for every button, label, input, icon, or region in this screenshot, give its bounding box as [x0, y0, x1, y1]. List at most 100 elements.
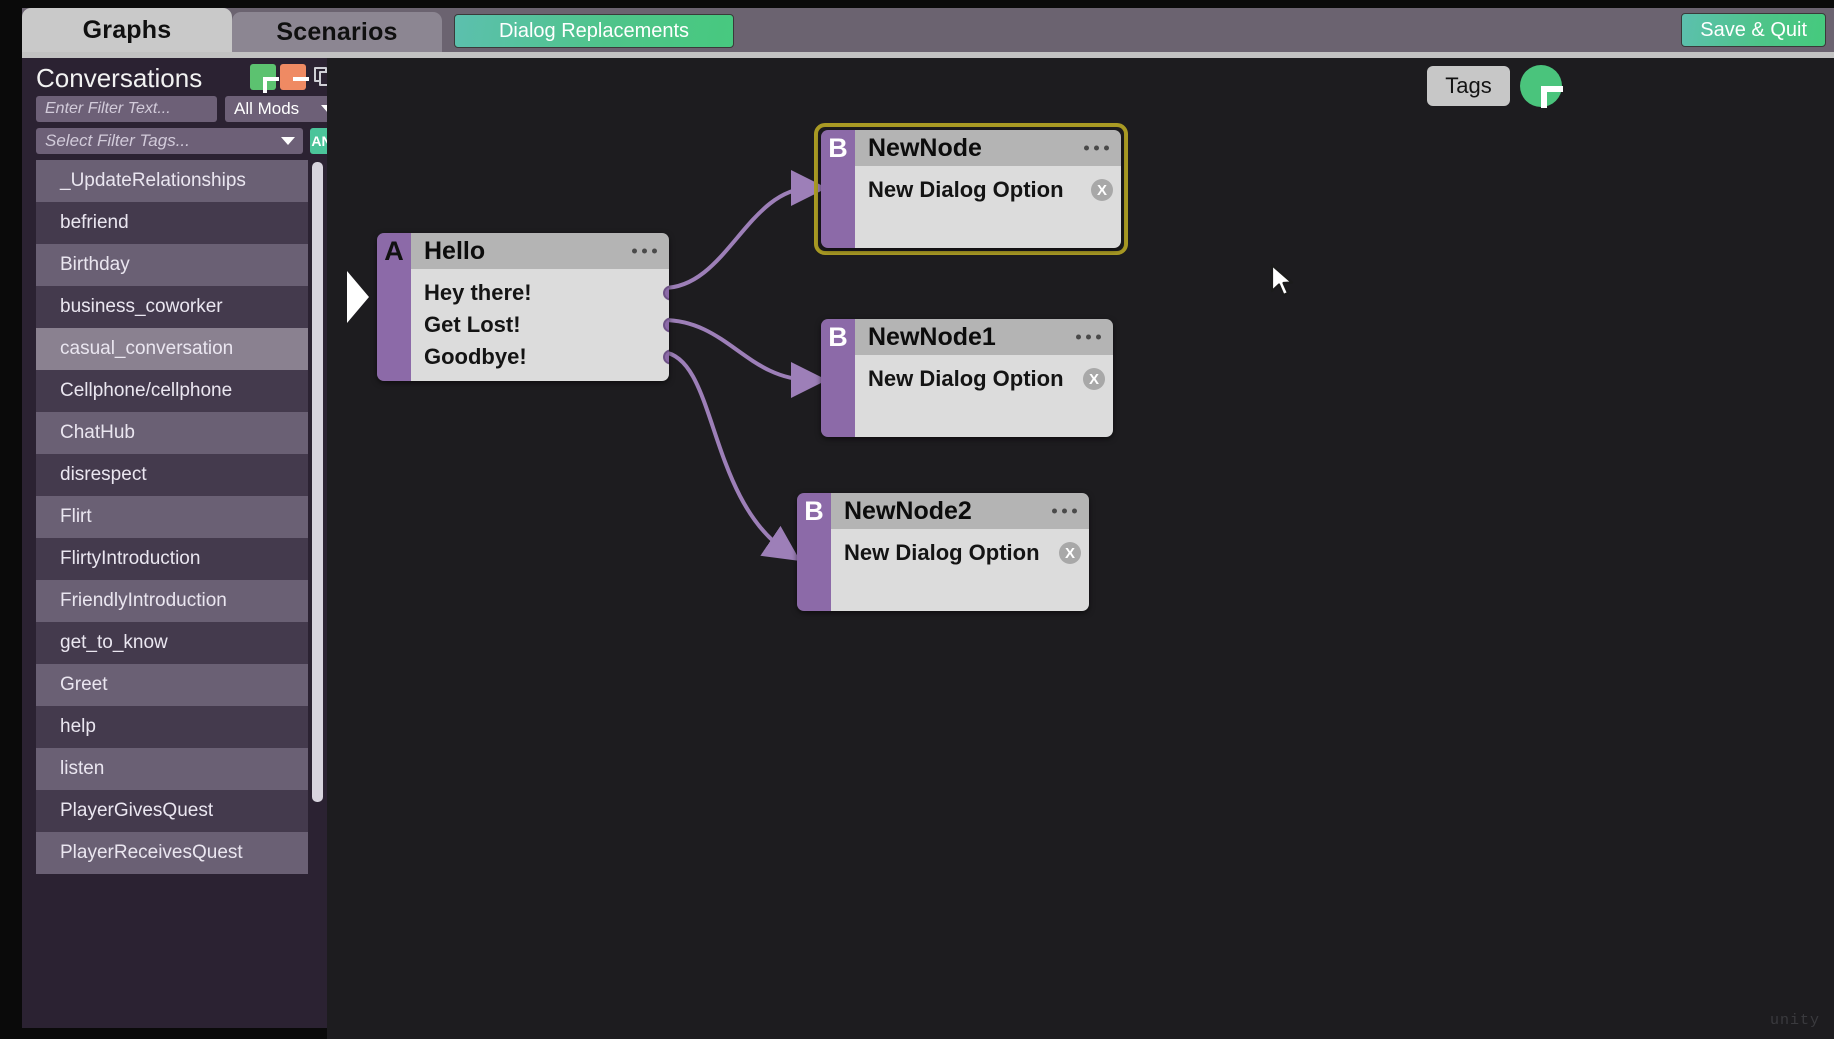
node-menu-icon[interactable] [1052, 508, 1077, 514]
dialog-option-row[interactable]: New Dialog Option X [855, 174, 1121, 206]
conversation-list-item-label: Birthday [60, 254, 130, 275]
conversation-list-item[interactable]: Greet [36, 664, 308, 706]
dialog-option-close-icon[interactable]: X [1083, 368, 1105, 390]
conversation-list-item[interactable]: PlayerGivesQuest [36, 790, 308, 832]
conversation-list-item-label: Greet [60, 674, 108, 695]
conversation-list-item-label: Cellphone/cellphone [60, 380, 233, 401]
conversation-list-item[interactable]: casual_conversation [36, 328, 308, 370]
node-speaker-badge: B [828, 321, 848, 352]
conversation-list-item[interactable]: FlirtyIntroduction [36, 538, 308, 580]
dialog-option-text: New Dialog Option [844, 540, 1040, 565]
watermark: unity [1769, 1012, 1820, 1029]
conversation-list-item-label: Flirt [60, 506, 92, 527]
node-inner: B NewNode1 New Dialog Option X [821, 319, 1113, 437]
dialog-option-output-port[interactable] [663, 285, 669, 301]
dialog-option-row[interactable]: New Dialog Option X [831, 537, 1089, 569]
conversation-list-item[interactable]: befriend [36, 202, 308, 244]
conversation-list-item[interactable]: Birthday [36, 244, 308, 286]
app-window: Graphs Scenarios Dialog Replacements Sav… [0, 0, 1834, 1039]
save-and-quit-label: Save & Quit [1700, 18, 1807, 41]
conversation-list-scrollbar-thumb[interactable] [312, 162, 323, 802]
filter-tags-dropdown[interactable]: Select Filter Tags... [36, 128, 303, 154]
dialog-option-output-port[interactable] [663, 317, 669, 333]
dialog-option-close-icon[interactable]: X [1091, 179, 1113, 201]
dialog-option-text: Goodbye! [424, 344, 527, 369]
node-inner: B NewNode New Dialog Option X [821, 130, 1121, 248]
sidebar-collapse-handle[interactable] [347, 271, 369, 323]
save-and-quit-button[interactable]: Save & Quit [1681, 13, 1826, 47]
conversation-list-item[interactable]: _UpdateRelationships [36, 160, 308, 202]
conversation-list-item[interactable]: listen [36, 748, 308, 790]
node-title: NewNode1 [868, 322, 996, 351]
node-header[interactable]: NewNode [855, 130, 1121, 166]
conversation-list-item-label: ChatHub [60, 422, 135, 443]
edge-hey-there-to-newnode [662, 170, 827, 290]
conversation-list-item-label: _UpdateRelationships [60, 170, 246, 191]
graph-canvas[interactable]: Tags A Hello Hey there! Get Lost! Goodbye! B N… [327, 58, 1834, 1039]
conversation-list-item-label: help [60, 716, 96, 737]
node-title: NewNode [868, 133, 982, 162]
conversation-list-item[interactable]: business_coworker [36, 286, 308, 328]
tags-button[interactable]: Tags [1427, 66, 1510, 106]
node-header[interactable]: NewNode2 [831, 493, 1089, 529]
conversation-list-item-label: business_coworker [60, 296, 223, 317]
conversation-list-item-label: listen [60, 758, 105, 779]
node-body: New Dialog Option X [855, 355, 1113, 437]
graph-node-newnode1[interactable]: B NewNode1 New Dialog Option X [821, 319, 1113, 437]
dialog-option-output-port[interactable] [663, 349, 669, 365]
dialog-option-row[interactable]: Goodbye! [411, 341, 669, 373]
dialog-replacements-button[interactable]: Dialog Replacements [454, 14, 734, 48]
node-speaker-badge: B [804, 495, 824, 526]
filter-tags-placeholder: Select Filter Tags... [45, 131, 190, 150]
remove-conversation-button[interactable] [280, 64, 309, 90]
node-body: New Dialog Option X [831, 529, 1089, 611]
filter-text-input[interactable] [36, 96, 217, 122]
dialog-option-text: Hey there! [424, 280, 532, 305]
dialog-option-text: Get Lost! [424, 312, 521, 337]
conversation-list-item-label: disrespect [60, 464, 147, 485]
add-conversation-button[interactable] [250, 64, 279, 93]
node-menu-icon[interactable] [1084, 145, 1109, 151]
node-title: NewNode2 [844, 496, 972, 525]
tab-graphs-label: Graphs [82, 15, 172, 44]
conversation-list[interactable]: _UpdateRelationships befriend Birthday busi… [36, 160, 328, 1025]
node-speaker-badge: A [384, 235, 404, 266]
mods-dropdown[interactable]: All Mods [225, 96, 343, 122]
tab-scenarios[interactable]: Scenarios [232, 12, 442, 52]
node-title: Hello [424, 236, 486, 265]
conversation-list-item[interactable]: FriendlyIntroduction [36, 580, 308, 622]
graph-node-newnode[interactable]: B NewNode New Dialog Option X [814, 123, 1128, 255]
dialog-option-row[interactable]: Get Lost! [411, 309, 669, 341]
conversation-list-item[interactable]: disrespect [36, 454, 308, 496]
graph-node-hello[interactable]: A Hello Hey there! Get Lost! Goodbye! [377, 233, 669, 381]
tab-graphs[interactable]: Graphs [22, 8, 232, 52]
dialog-option-row[interactable]: New Dialog Option X [855, 363, 1113, 395]
tab-scenarios-label: Scenarios [276, 17, 398, 46]
edge-get-lost-to-newnode1 [662, 318, 827, 398]
conversation-list-item[interactable]: Flirt [36, 496, 308, 538]
dialog-replacements-label: Dialog Replacements [498, 19, 690, 42]
conversations-sidebar: Conversations All Mods Select Filter Tag… [22, 58, 343, 1028]
node-inner: B NewNode2 New Dialog Option X [797, 493, 1089, 611]
conversation-list-item-label: casual_conversation [60, 338, 234, 359]
node-header[interactable]: Hello [411, 233, 669, 269]
conversation-list-item[interactable]: get_to_know [36, 622, 308, 664]
node-menu-icon[interactable] [1076, 334, 1101, 340]
dialog-option-close-icon[interactable]: X [1059, 542, 1081, 564]
node-body: New Dialog Option X [855, 166, 1121, 248]
add-node-button[interactable] [1520, 65, 1563, 108]
conversation-list-item[interactable]: ChatHub [36, 412, 308, 454]
conversation-list-item[interactable]: PlayerReceivesQuest [36, 832, 308, 874]
conversation-list-item[interactable]: help [36, 706, 308, 748]
conversation-list-item-label: FlirtyIntroduction [60, 548, 201, 569]
dialog-option-text: New Dialog Option [868, 366, 1064, 391]
node-menu-icon[interactable] [632, 248, 657, 254]
conversation-list-item-label: befriend [60, 212, 129, 233]
tags-button-label: Tags [1445, 73, 1492, 98]
node-header[interactable]: NewNode1 [855, 319, 1113, 355]
graph-node-newnode2[interactable]: B NewNode2 New Dialog Option X [797, 493, 1089, 611]
dialog-option-row[interactable]: Hey there! [411, 277, 669, 309]
top-tab-bar: Graphs Scenarios Dialog Replacements Sav… [22, 8, 1834, 52]
conversation-list-item[interactable]: Cellphone/cellphone [36, 370, 308, 412]
conversation-list-item-label: get_to_know [60, 632, 168, 653]
